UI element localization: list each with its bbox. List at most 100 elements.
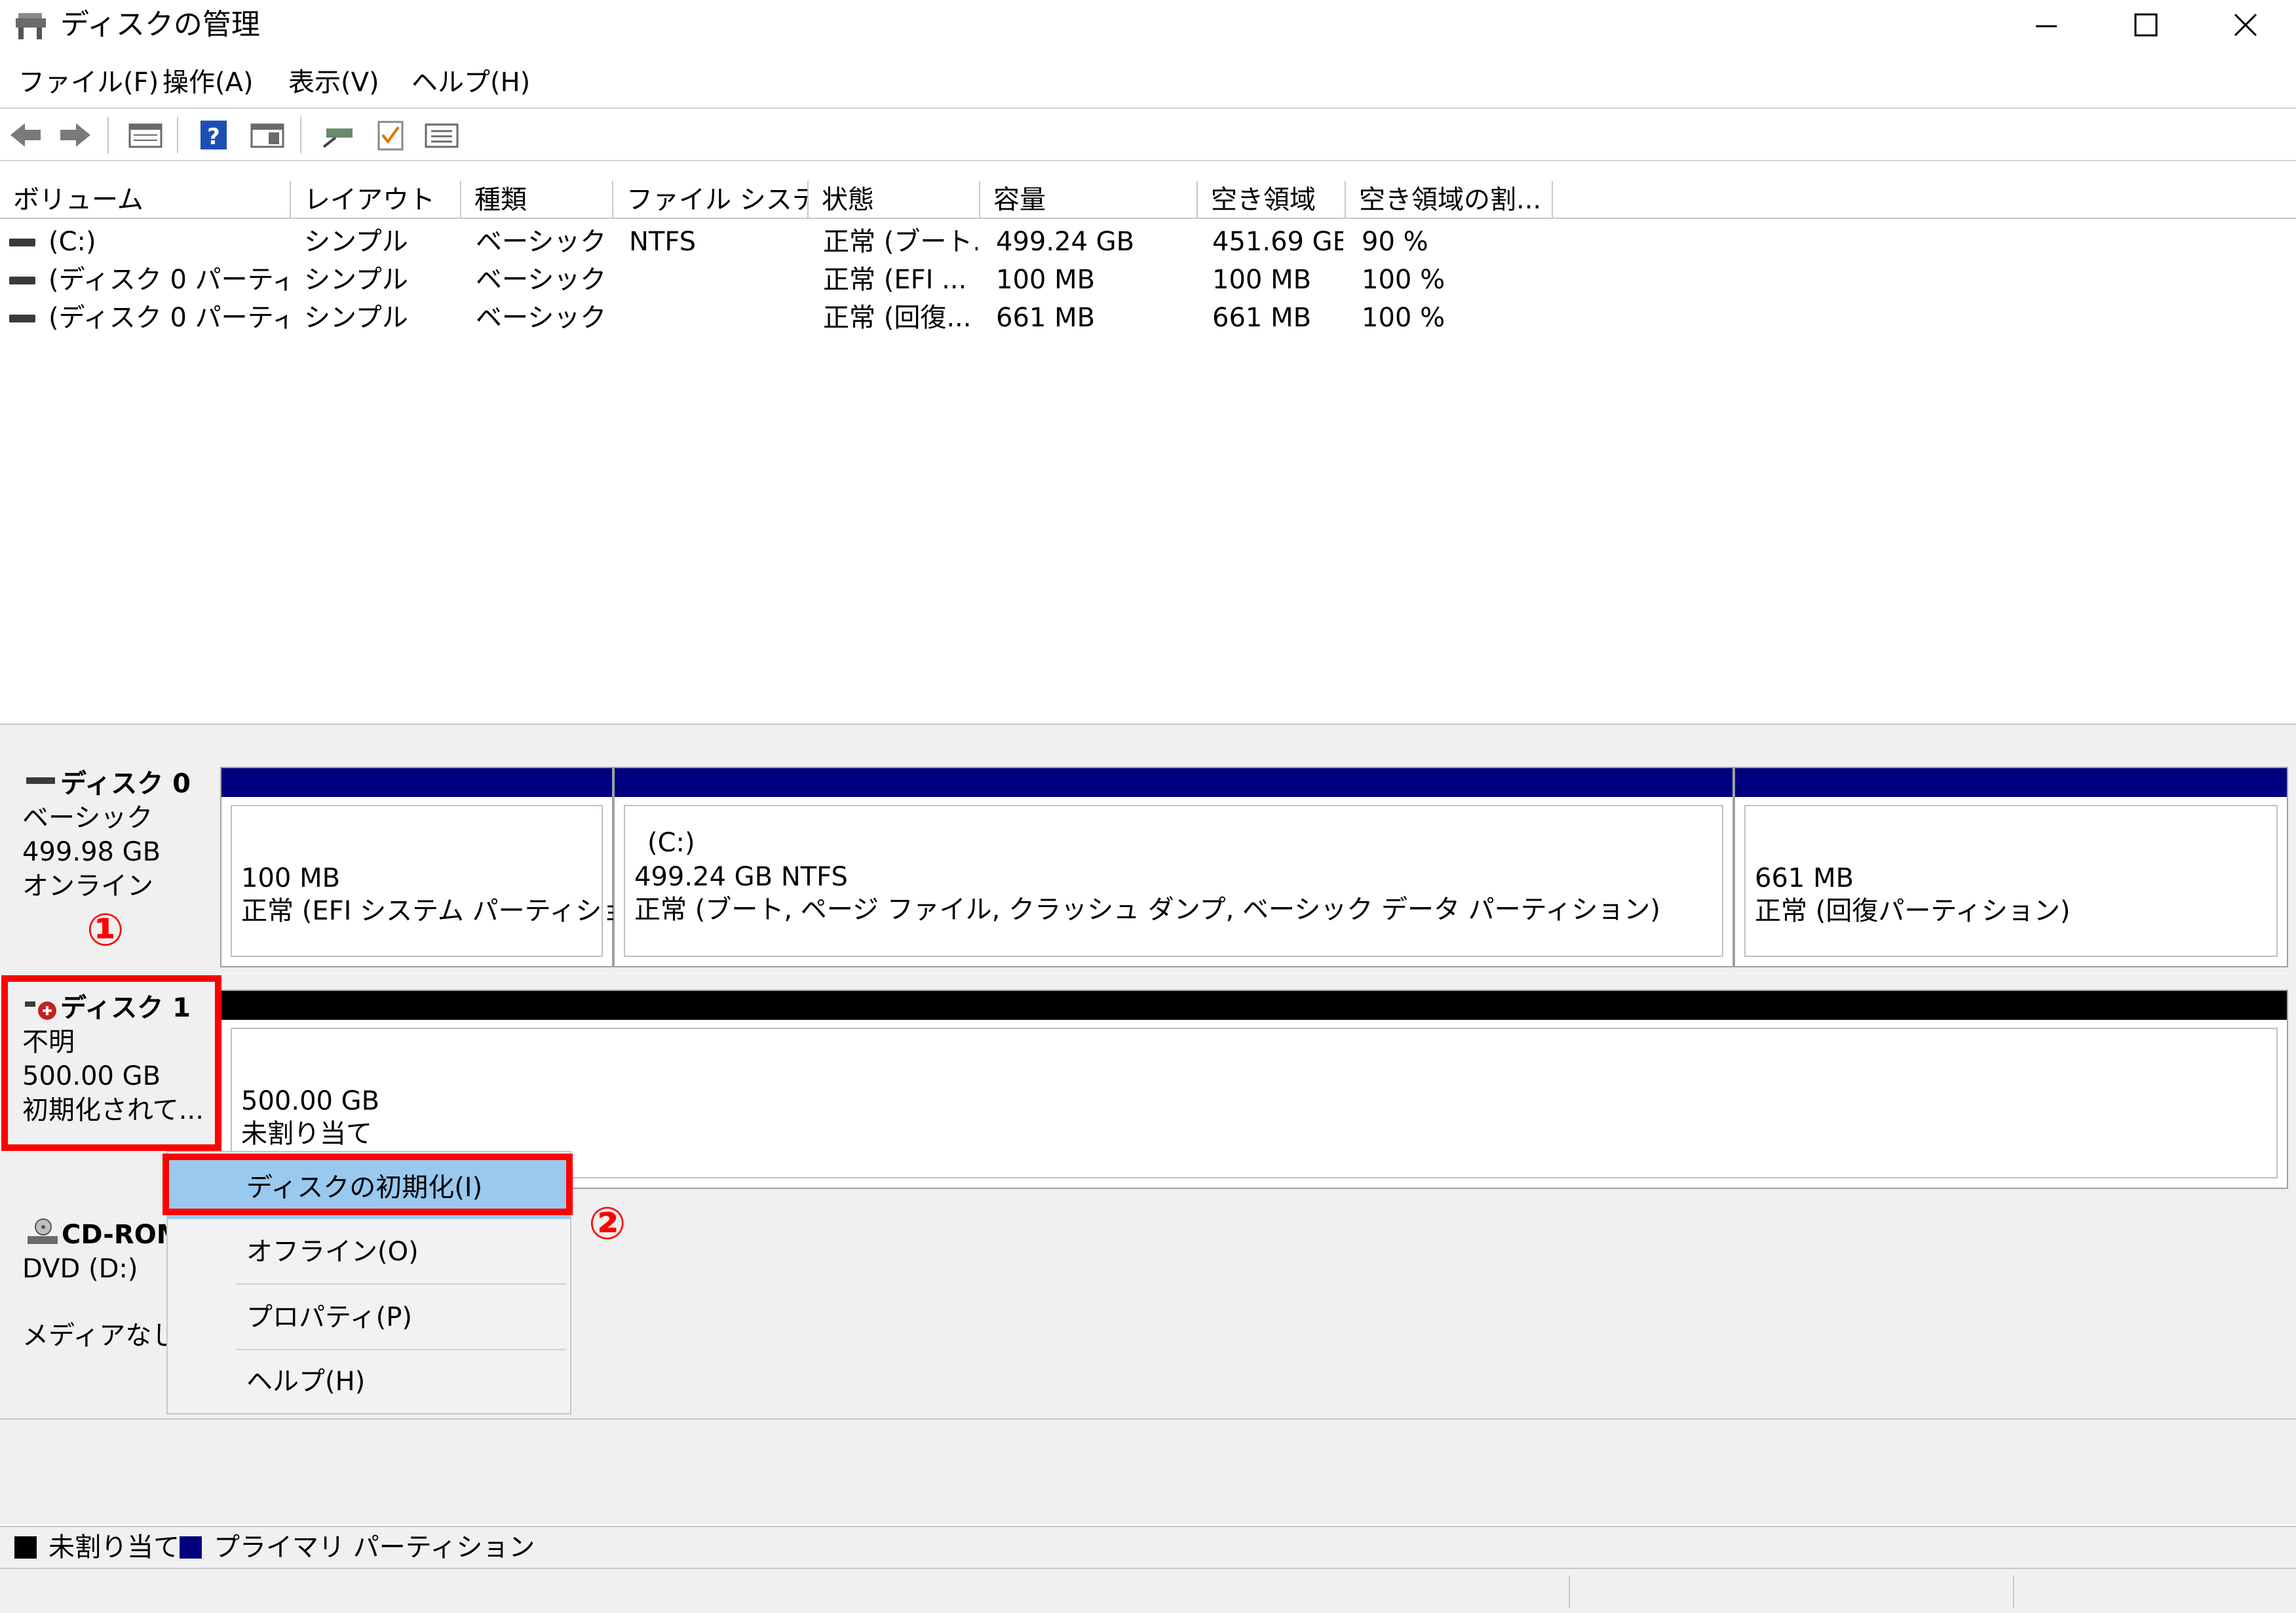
minimize-icon [2036, 25, 2057, 28]
menu-offline[interactable]: オフライン(O) [168, 1220, 570, 1283]
disk-0-size: 499.98 GB [22, 837, 161, 867]
column-header-filler [1553, 181, 2296, 219]
cell-free-percent: 100 % [1362, 303, 1445, 333]
column-header-volume[interactable]: ボリューム [0, 181, 291, 219]
column-header-filesystem[interactable]: ファイル システム [613, 181, 809, 219]
cell-type: ベーシック [476, 227, 607, 257]
annotation-frame-disk1 [1, 975, 221, 1151]
close-button[interactable] [2196, 0, 2295, 50]
cell-type: ベーシック [476, 303, 607, 333]
cd-drive-icon [28, 1218, 58, 1244]
column-header-status[interactable]: 状態 [809, 181, 980, 219]
maximize-icon [2134, 13, 2158, 37]
disk-list-icon[interactable] [127, 119, 164, 151]
volume-list: ボリューム レイアウト 種類 ファイル システム 状態 容量 空き領域 空き領域… [0, 181, 2296, 725]
menu-separator [236, 1283, 566, 1285]
primary-partition-bar [1735, 768, 2287, 797]
forward-arrow-icon[interactable] [56, 119, 93, 151]
pane-splitter[interactable] [0, 724, 2296, 739]
partition-efi[interactable]: 100 MB 正常 (EFI システム パーティション) [220, 767, 664, 967]
menu-properties[interactable]: プロパティ(P) [168, 1286, 570, 1349]
cell-status: 正常 (EFI ... [823, 265, 967, 295]
cell-layout: シンプル [304, 227, 408, 257]
partition-status: 正常 (EFI システム パーティション) [241, 896, 664, 926]
maximize-button[interactable] [2097, 0, 2195, 50]
menu-file[interactable]: ファイル(F) [18, 64, 159, 101]
volume-icon [9, 277, 35, 284]
partition-label: (C:) [647, 828, 695, 858]
table-row[interactable]: (ディスク 0 パーティシ... シンプル ベーシック 正常 (回復... 66… [0, 299, 2296, 337]
column-header-capacity[interactable]: 容量 [980, 181, 1198, 219]
connect-icon[interactable] [320, 119, 356, 151]
checklist-icon[interactable] [372, 119, 409, 151]
cell-layout: シンプル [304, 303, 408, 333]
table-row[interactable]: (ディスク 0 パーティシ... シンプル ベーシック 正常 (EFI ... … [0, 261, 2296, 299]
menu-help-item[interactable]: ヘルプ(H) [168, 1350, 570, 1413]
status-separator [1569, 1576, 1570, 1608]
disk-management-icon [16, 13, 46, 39]
cell-capacity: 499.24 GB [996, 227, 1135, 257]
partition-recovery[interactable]: 661 MB 正常 (回復パーティション) [1734, 767, 2288, 967]
partition-size: 500.00 GB [241, 1086, 380, 1116]
partition-status: 正常 (回復パーティション) [1755, 896, 2071, 926]
legend-unallocated-label: 未割り当て [48, 1532, 180, 1563]
cdrom-name: CD-ROM [62, 1220, 183, 1250]
annotation-frame-initialize [163, 1154, 573, 1215]
svg-text:?: ? [207, 124, 220, 150]
close-icon [2234, 13, 2257, 37]
cell-volume: (ディスク 0 パーティシ... [48, 303, 287, 333]
menu-bar: ファイル(F) 操作(A) 表示(V) ヘルプ(H) [0, 58, 2296, 109]
partition-size: 499.24 GB NTFS [634, 862, 848, 892]
partition-status: 未割り当て [241, 1119, 372, 1149]
toolbar-separator [107, 117, 109, 153]
cell-status: 正常 (ブート... [823, 227, 978, 257]
unallocated-bar [221, 991, 2287, 1020]
legend-unallocated-swatch [14, 1536, 37, 1559]
table-row[interactable]: (C:) シンプル ベーシック NTFS 正常 (ブート... 499.24 G… [0, 223, 2296, 261]
window-title: ディスクの管理 [60, 8, 260, 41]
disk-icon [26, 777, 55, 784]
toolbar-separator [177, 117, 178, 153]
view-icon[interactable] [423, 119, 460, 151]
partition-c[interactable]: (C:) 499.24 GB NTFS 正常 (ブート, ページ ファイル, ク… [613, 767, 1734, 967]
minimize-button[interactable] [1997, 0, 2095, 50]
cell-free-space: 100 MB [1212, 265, 1312, 295]
cell-status: 正常 (回復... [823, 303, 972, 333]
title-bar: ディスクの管理 [0, 0, 2296, 52]
cdrom-drive: DVD (D:) [22, 1254, 138, 1284]
cell-free-space: 661 MB [1212, 303, 1312, 333]
toolbar: ? [0, 110, 2296, 161]
annotation-step-2: ② [588, 1198, 626, 1250]
properties-icon[interactable] [249, 119, 286, 151]
column-header-type[interactable]: 種類 [461, 181, 613, 219]
volume-icon [9, 315, 35, 322]
toolbar-separator [300, 117, 301, 153]
partition-status: 正常 (ブート, ページ ファイル, クラッシュ ダンプ, ベーシック データ … [634, 895, 1660, 925]
partition-size: 661 MB [1755, 863, 1854, 893]
cell-free-space: 451.69 GB [1212, 227, 1343, 257]
back-arrow-icon[interactable] [8, 119, 45, 151]
cell-filesystem: NTFS [629, 227, 697, 257]
partition-size: 100 MB [241, 863, 341, 893]
cell-layout: シンプル [304, 265, 408, 295]
status-bar [0, 1569, 2296, 1613]
menu-view[interactable]: 表示(V) [288, 64, 379, 101]
volume-icon [9, 239, 35, 246]
disk-0-status: オンライン [22, 871, 153, 901]
cell-capacity: 100 MB [996, 265, 1096, 295]
column-header-free-percent[interactable]: 空き領域の割... [1346, 181, 1553, 219]
primary-partition-bar [615, 768, 1732, 797]
legend-primary-label: プライマリ パーティション [214, 1532, 535, 1563]
help-icon[interactable]: ? [195, 119, 232, 151]
menu-help[interactable]: ヘルプ(H) [411, 64, 530, 101]
menu-action[interactable]: 操作(A) [163, 64, 254, 101]
annotation-step-1: ① [86, 904, 124, 956]
column-header-layout[interactable]: レイアウト [291, 181, 461, 219]
cell-free-percent: 90 % [1362, 227, 1428, 257]
legend: 未割り当て プライマリ パーティション [0, 1526, 2296, 1569]
legend-primary-swatch [180, 1536, 202, 1559]
status-separator [2013, 1576, 2014, 1608]
column-header-free-space[interactable]: 空き領域 [1198, 181, 1346, 219]
disk-0-name: ディスク 0 [60, 769, 191, 799]
cell-free-percent: 100 % [1362, 265, 1445, 295]
